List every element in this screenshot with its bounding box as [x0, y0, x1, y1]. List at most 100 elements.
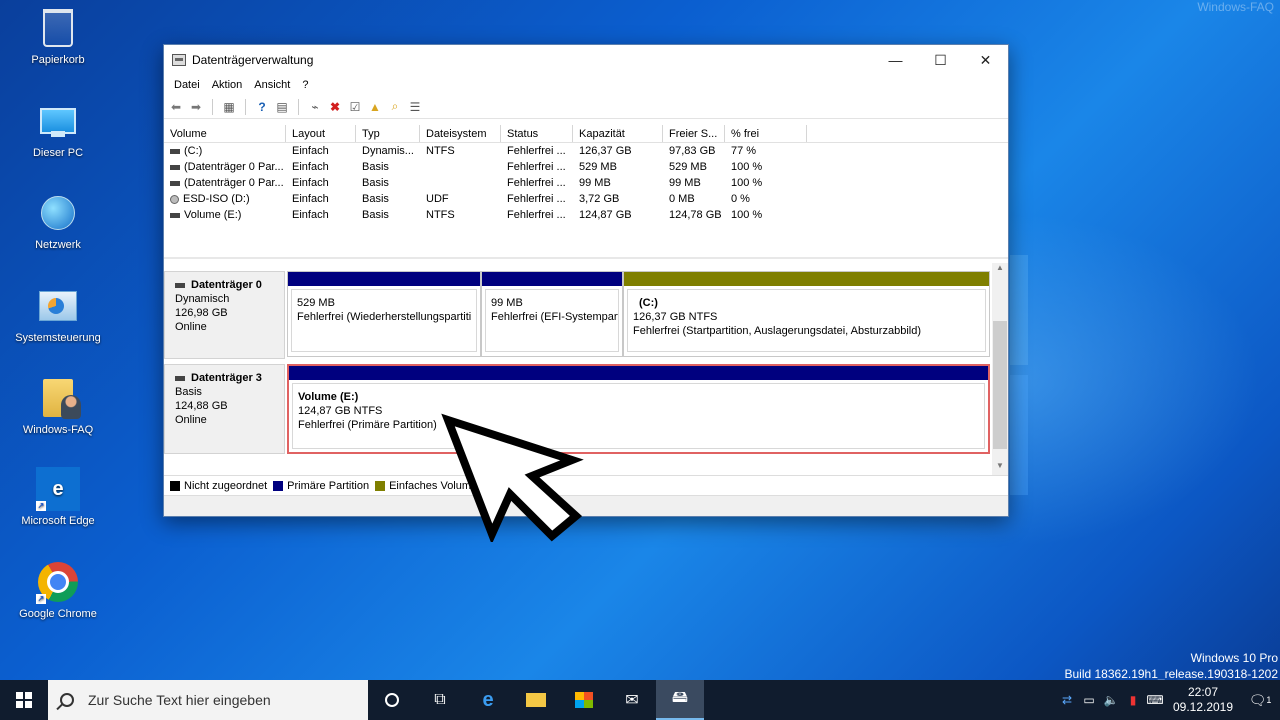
menu-bar: Datei Aktion Ansicht ? [164, 75, 1008, 95]
partition-e-selected[interactable]: Volume (E:) 124,87 GB NTFS Fehlerfrei (P… [287, 364, 990, 454]
column-header[interactable]: Dateisystem [420, 125, 501, 142]
search-placeholder: Zur Suche Text hier eingeben [88, 692, 271, 708]
taskbar-mail[interactable]: ✉ [608, 680, 656, 720]
disk-icon [170, 164, 180, 170]
window-title: Datenträgerverwaltung [192, 53, 314, 67]
volume-icon[interactable]: 🔈 [1100, 693, 1122, 707]
connect-icon[interactable]: ⌁ [307, 99, 323, 115]
search-icon [60, 693, 74, 707]
watermark: Windows-FAQ [1197, 0, 1274, 14]
column-header[interactable]: % frei [725, 125, 807, 142]
column-header[interactable]: Freier S... [663, 125, 725, 142]
desktop-icon-chrome[interactable]: ↗ Google Chrome [8, 560, 108, 620]
desktop-icon-label: Systemsteuerung [15, 332, 101, 344]
desktop-icon-label: Papierkorb [31, 54, 85, 66]
task-view-button[interactable]: ⧉ [416, 680, 464, 720]
cursor-arrow-icon [441, 413, 584, 542]
folder-up-icon[interactable]: ▲ [367, 99, 383, 115]
menu-aktion[interactable]: Aktion [206, 79, 249, 91]
forward-icon[interactable]: ➡ [188, 99, 204, 115]
column-header[interactable]: Layout [286, 125, 356, 142]
cd-drive-icon [170, 194, 179, 204]
notification-icon: 🗨 [1248, 691, 1267, 708]
table-row[interactable]: (Datenträger 0 Par... Einfach Basis Fehl… [164, 159, 1008, 175]
search-box[interactable]: Zur Suche Text hier eingeben [48, 680, 368, 720]
taskbar-store[interactable] [560, 680, 608, 720]
taskbar-explorer[interactable] [512, 680, 560, 720]
desktop-icon-recycle-bin[interactable]: Papierkorb [8, 6, 108, 66]
settings-list-icon[interactable]: ☰ [407, 99, 423, 115]
network-icon [41, 196, 75, 230]
language-icon[interactable]: ⌨ [1144, 693, 1166, 707]
folder-search-icon[interactable]: ⌕ [387, 99, 403, 115]
table-row[interactable]: (C:) Einfach Dynamis... NTFS Fehlerfrei … [164, 143, 1008, 159]
disk-label[interactable]: Datenträger 3 Basis 124,88 GB Online [164, 364, 285, 454]
desktop-icon-edge[interactable]: e ↗ Microsoft Edge [8, 467, 108, 527]
taskbar: Zur Suche Text hier eingeben ⧉ e ✉ 🖴 ⇄ ▭… [0, 680, 1280, 720]
partition-c[interactable]: (C:) 126,37 GB NTFS Fehlerfrei (Startpar… [623, 271, 990, 357]
cortana-button[interactable] [368, 680, 416, 720]
back-icon[interactable]: ⬅ [168, 99, 184, 115]
close-button[interactable]: ✕ [963, 45, 1008, 75]
taskbar-disk-management[interactable]: 🖴 [656, 680, 704, 720]
notification-center-button[interactable]: 🗨 1 [1240, 680, 1280, 720]
view-icon[interactable]: ▤ [274, 99, 290, 115]
disk-management-icon [172, 54, 186, 66]
table-row[interactable]: (Datenträger 0 Par... Einfach Basis Fehl… [164, 175, 1008, 191]
menu-ansicht[interactable]: Ansicht [248, 79, 296, 91]
scroll-down-icon[interactable]: ▼ [992, 461, 1008, 475]
volume-list: Volume Layout Typ Dateisystem Status Kap… [164, 125, 1008, 259]
start-button[interactable] [0, 680, 48, 720]
desktop-icon-label: Google Chrome [19, 608, 97, 620]
scroll-up-icon[interactable]: ▲ [992, 263, 1008, 277]
vertical-scrollbar[interactable]: ▲ ▼ [992, 263, 1008, 475]
disk-row-0: Datenträger 0 Dynamisch 126,98 GB Online… [164, 271, 990, 359]
properties-icon[interactable]: ▦ [221, 99, 237, 115]
column-header[interactable]: Typ [356, 125, 420, 142]
menu-datei[interactable]: Datei [168, 79, 206, 91]
disk-label[interactable]: Datenträger 0 Dynamisch 126,98 GB Online [164, 271, 285, 359]
help-icon[interactable]: ? [254, 99, 270, 115]
wallpaper-beam [1010, 375, 1028, 495]
os-version-info: Windows 10 Pro Build 18362.19h1_release.… [1064, 651, 1278, 681]
desktop-icon-windows-faq[interactable]: Windows-FAQ [8, 376, 108, 436]
disk-icon [175, 375, 185, 381]
column-header[interactable]: Kapazität [573, 125, 663, 142]
cortana-icon [385, 693, 399, 707]
desktop-icon-control-panel[interactable]: Systemsteuerung [8, 284, 108, 344]
wallpaper-beam [1010, 255, 1028, 365]
table-row[interactable]: Volume (E:) Einfach Basis NTFS Fehlerfre… [164, 207, 1008, 223]
column-header[interactable]: Volume [164, 125, 286, 142]
toolbar: ⬅ ➡ ▦ ? ▤ ⌁ ✖ ☑ ▲ ⌕ ☰ [164, 95, 1008, 119]
security-icon[interactable]: ▮ [1122, 693, 1144, 707]
user-folder-icon [43, 379, 81, 419]
checklist-icon[interactable]: ☑ [347, 99, 363, 115]
maximize-button[interactable]: ☐ [918, 45, 963, 75]
network-tray-icon[interactable]: ▭ [1078, 693, 1100, 707]
system-tray: ⇄ ▭ 🔈 ▮ ⌨ 22:07 09.12.2019 🗨 1 [1056, 680, 1280, 720]
volume-list-header: Volume Layout Typ Dateisystem Status Kap… [164, 125, 1008, 143]
disk-icon [170, 180, 180, 186]
clock[interactable]: 22:07 09.12.2019 [1166, 685, 1240, 715]
menu-help[interactable]: ? [296, 79, 314, 91]
task-view-icon: ⧉ [434, 691, 446, 708]
column-header[interactable]: Status [501, 125, 573, 142]
windows-logo-icon [16, 692, 32, 708]
delete-icon[interactable]: ✖ [327, 99, 343, 115]
disk-icon [175, 282, 185, 288]
taskbar-edge[interactable]: e [464, 680, 512, 720]
disk-icon [170, 148, 180, 154]
partition-recovery[interactable]: 529 MB Fehlerfrei (Wiederherstellungspar… [287, 271, 481, 357]
table-row[interactable]: ESD-ISO (D:) Einfach Basis UDF Fehlerfre… [164, 191, 1008, 207]
partition-efi[interactable]: 99 MB Fehlerfrei (EFI-Systempart [481, 271, 623, 357]
desktop-icon-this-pc[interactable]: Dieser PC [8, 99, 108, 159]
desktop-icon-network[interactable]: Netzwerk [8, 191, 108, 251]
scrollbar-thumb[interactable] [993, 321, 1007, 449]
teamviewer-icon[interactable]: ⇄ [1056, 693, 1078, 707]
minimize-button[interactable]: — [873, 45, 918, 75]
folder-icon [526, 693, 546, 707]
disk-management-icon: 🖴 [671, 688, 689, 706]
control-panel-icon [39, 291, 77, 321]
title-bar[interactable]: Datenträgerverwaltung — ☐ ✕ [164, 45, 1008, 75]
desktop-icon-label: Netzwerk [35, 239, 81, 251]
